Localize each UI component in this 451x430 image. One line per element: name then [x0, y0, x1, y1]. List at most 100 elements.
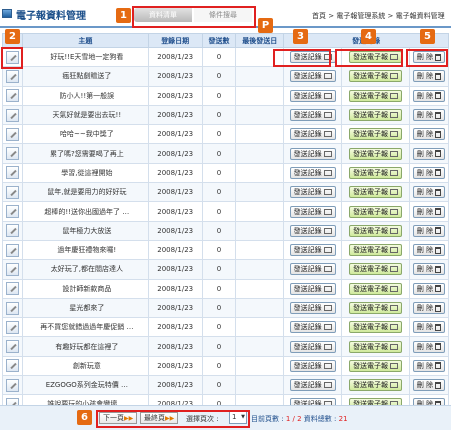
send-email-button[interactable]: 發送電子報 [349, 128, 403, 141]
edit-icon[interactable] [5, 282, 19, 296]
subject-cell: 鼠年極力大放送 [21, 220, 149, 241]
trash-icon [435, 362, 442, 370]
delete-button[interactable]: 刪 除 [412, 186, 446, 199]
trash-icon [435, 285, 442, 293]
send-log-button[interactable]: 發送記錄 [289, 147, 336, 160]
delete-button[interactable]: 刪 除 [412, 340, 446, 353]
delete-button[interactable]: 刪 除 [412, 70, 446, 83]
edit-icon[interactable] [5, 262, 19, 276]
send-email-button[interactable]: 發送電子報 [349, 166, 403, 179]
delete-cell: 刪 除 [408, 143, 450, 164]
send-log-button[interactable]: 發送記錄 [289, 128, 336, 141]
send-log-button[interactable]: 發送記錄 [289, 340, 336, 353]
send-email-button[interactable]: 發送電子報 [349, 109, 403, 122]
send-log-button[interactable]: 發送記錄 [289, 321, 336, 334]
send-email-button[interactable]: 發送電子報 [349, 359, 403, 372]
send-email-button[interactable]: 發送電子報 [349, 89, 403, 102]
send-log-button[interactable]: 發送記錄 [289, 166, 336, 179]
last-sent-cell [235, 201, 285, 222]
current-page-value: 1 / 2 [285, 415, 302, 423]
edit-icon[interactable] [5, 69, 19, 83]
send-log-button[interactable]: 發送記錄 [289, 205, 336, 218]
delete-button[interactable]: 刪 除 [412, 89, 446, 102]
send-log-button[interactable]: 發送記錄 [289, 224, 336, 237]
edit-icon[interactable] [5, 127, 19, 141]
send-email-button[interactable]: 發送電子報 [349, 70, 403, 83]
table-row: 超棒的!!送你出國過年了 … 2008/1/23 0 發送記錄 發送電子報 刪 除 [2, 201, 450, 222]
envelope-icon [323, 189, 332, 196]
envelope-icon [323, 324, 332, 331]
send-email-button[interactable]: 發送電子報 [349, 244, 403, 257]
sent-count-cell: 0 [201, 239, 237, 261]
edit-cell [2, 336, 23, 357]
send-log-cell: 發送記錄 [283, 259, 343, 280]
send-log-button[interactable]: 發送記錄 [289, 109, 336, 122]
envelope-icon [390, 362, 399, 369]
send-email-button[interactable]: 發送電子報 [349, 321, 403, 334]
send-email-button[interactable]: 發送電子報 [349, 340, 403, 353]
send-email-button[interactable]: 發送電子報 [349, 282, 403, 295]
envelope-icon [323, 92, 332, 99]
last-sent-cell [235, 124, 285, 145]
table-row: 過年慶狂禮物來囉! 2008/1/23 0 發送記錄 發送電子報 刪 除 [2, 239, 450, 261]
edit-icon[interactable] [5, 301, 19, 315]
delete-button[interactable]: 刪 除 [412, 263, 446, 276]
edit-icon[interactable] [5, 320, 19, 334]
send-email-button[interactable]: 發送電子報 [349, 205, 403, 218]
send-log-label: 發送記錄 [293, 91, 322, 100]
send-log-button[interactable]: 發送記錄 [289, 379, 336, 392]
delete-button[interactable]: 刪 除 [412, 282, 446, 295]
send-email-button[interactable]: 發送電子報 [349, 147, 403, 160]
send-log-button[interactable]: 發送記錄 [289, 186, 336, 199]
edit-icon[interactable] [5, 340, 19, 354]
edit-icon[interactable] [5, 108, 19, 122]
sent-count-cell: 0 [201, 259, 237, 280]
edit-icon[interactable] [5, 185, 19, 199]
table-row: 天氣好就是要出去玩!! 2008/1/23 0 發送記錄 發送電子報 刪 除 [2, 104, 450, 126]
envelope-icon [323, 169, 332, 176]
delete-button[interactable]: 刪 除 [412, 359, 446, 372]
delete-button[interactable]: 刪 除 [412, 302, 446, 314]
delete-button[interactable]: 刪 除 [412, 379, 446, 392]
envelope-icon [323, 150, 332, 157]
send-email-button[interactable]: 發送電子報 [349, 379, 403, 392]
edit-icon[interactable] [5, 224, 19, 238]
callout-delete [406, 49, 448, 67]
badge-6: 6 [77, 410, 92, 425]
send-log-button[interactable]: 發送記錄 [289, 70, 336, 83]
edit-icon[interactable] [5, 89, 19, 103]
send-log-button[interactable]: 發送記錄 [289, 263, 336, 276]
delete-button[interactable]: 刪 除 [412, 166, 446, 179]
delete-button[interactable]: 刪 除 [412, 128, 446, 141]
edit-icon[interactable] [5, 378, 19, 392]
edit-icon[interactable] [5, 205, 19, 219]
delete-button[interactable]: 刪 除 [412, 109, 446, 122]
send-email-button[interactable]: 發送電子報 [349, 263, 403, 276]
send-log-button[interactable]: 發送記錄 [289, 302, 336, 314]
send-email-button[interactable]: 發送電子報 [349, 224, 403, 237]
date-cell: 2008/1/23 [147, 355, 203, 377]
edit-icon[interactable] [5, 359, 19, 373]
edit-cell [2, 85, 23, 106]
delete-button[interactable]: 刪 除 [412, 224, 446, 237]
send-email-cell: 發送電子報 [341, 317, 410, 338]
send-email-label: 發送電子報 [353, 304, 389, 312]
send-email-button[interactable]: 發送電子報 [349, 186, 403, 199]
badge-p: P [258, 18, 273, 33]
delete-button[interactable]: 刪 除 [412, 244, 446, 257]
send-log-button[interactable]: 發送記錄 [289, 244, 336, 257]
delete-button[interactable]: 刪 除 [412, 147, 446, 160]
send-log-button[interactable]: 發送記錄 [289, 359, 336, 372]
edit-icon[interactable] [5, 147, 19, 161]
edit-icon[interactable] [5, 166, 19, 180]
date-cell: 2008/1/23 [147, 162, 203, 184]
send-email-button[interactable]: 發送電子報 [349, 302, 403, 314]
delete-button[interactable]: 刪 除 [412, 321, 446, 334]
send-log-button[interactable]: 發送記錄 [289, 282, 336, 295]
send-log-button[interactable]: 發送記錄 [289, 89, 336, 102]
envelope-icon [390, 92, 399, 99]
edit-icon[interactable] [5, 243, 19, 257]
delete-button[interactable]: 刪 除 [412, 205, 446, 218]
envelope-icon [323, 131, 332, 138]
send-log-label: 發送記錄 [293, 111, 322, 120]
